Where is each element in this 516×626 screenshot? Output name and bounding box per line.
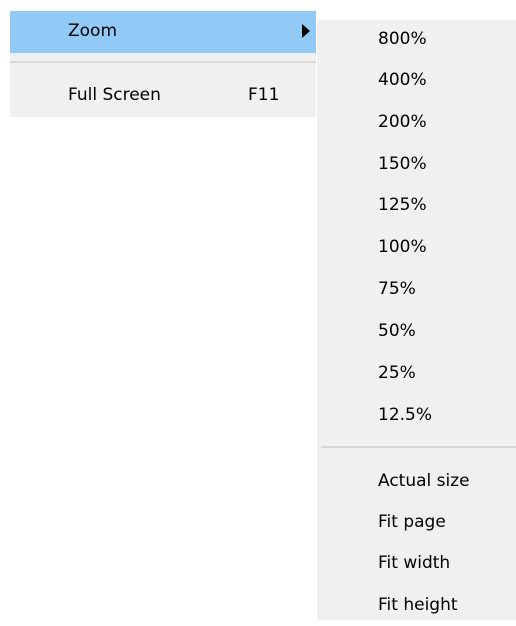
menu-item-label: Zoom bbox=[68, 21, 118, 41]
zoom-option-12-5[interactable]: 12.5% bbox=[317, 396, 516, 436]
zoom-option-label: Actual size bbox=[378, 471, 470, 491]
zoom-option-fit-width[interactable]: Fit width bbox=[317, 544, 516, 584]
zoom-option-fit-page[interactable]: Fit page bbox=[317, 503, 516, 543]
zoom-submenu: 800% 400% 200% 150% 125% 100% 75% 50% 25… bbox=[317, 20, 516, 620]
zoom-option-label: Fit height bbox=[378, 595, 458, 615]
zoom-option-label: Fit page bbox=[378, 512, 446, 532]
zoom-option-75[interactable]: 75% bbox=[317, 270, 516, 310]
zoom-option-label: 50% bbox=[378, 321, 416, 341]
zoom-option-actual-size[interactable]: Actual size bbox=[317, 462, 516, 502]
zoom-option-label: 200% bbox=[378, 112, 427, 132]
zoom-option-50[interactable]: 50% bbox=[317, 312, 516, 352]
zoom-option-25[interactable]: 25% bbox=[317, 354, 516, 394]
zoom-option-label: 125% bbox=[378, 195, 427, 215]
zoom-option-100[interactable]: 100% bbox=[317, 228, 516, 268]
submenu-separator bbox=[321, 446, 516, 448]
zoom-option-label: 800% bbox=[378, 29, 427, 49]
zoom-option-label: 75% bbox=[378, 279, 416, 299]
zoom-option-150[interactable]: 150% bbox=[317, 145, 516, 185]
zoom-option-label: 100% bbox=[378, 237, 427, 257]
zoom-option-fit-height[interactable]: Fit height bbox=[317, 586, 516, 626]
view-menu: Zoom Full Screen F11 bbox=[10, 11, 316, 117]
zoom-option-label: Fit width bbox=[378, 553, 451, 573]
submenu-arrow-icon bbox=[302, 24, 310, 38]
menu-separator bbox=[10, 61, 316, 63]
shortcut-label: F11 bbox=[248, 85, 280, 105]
menu-item-full-screen[interactable]: Full Screen F11 bbox=[10, 75, 316, 117]
zoom-option-label: 400% bbox=[378, 70, 427, 90]
zoom-option-125[interactable]: 125% bbox=[317, 186, 516, 226]
zoom-option-800[interactable]: 800% bbox=[317, 20, 516, 60]
zoom-option-label: 12.5% bbox=[378, 405, 433, 425]
zoom-option-400[interactable]: 400% bbox=[317, 61, 516, 101]
zoom-option-label: 25% bbox=[378, 363, 416, 383]
zoom-option-label: 150% bbox=[378, 154, 427, 174]
menu-item-zoom[interactable]: Zoom bbox=[10, 11, 316, 53]
menu-item-label: Full Screen bbox=[68, 85, 161, 105]
zoom-option-200[interactable]: 200% bbox=[317, 103, 516, 143]
